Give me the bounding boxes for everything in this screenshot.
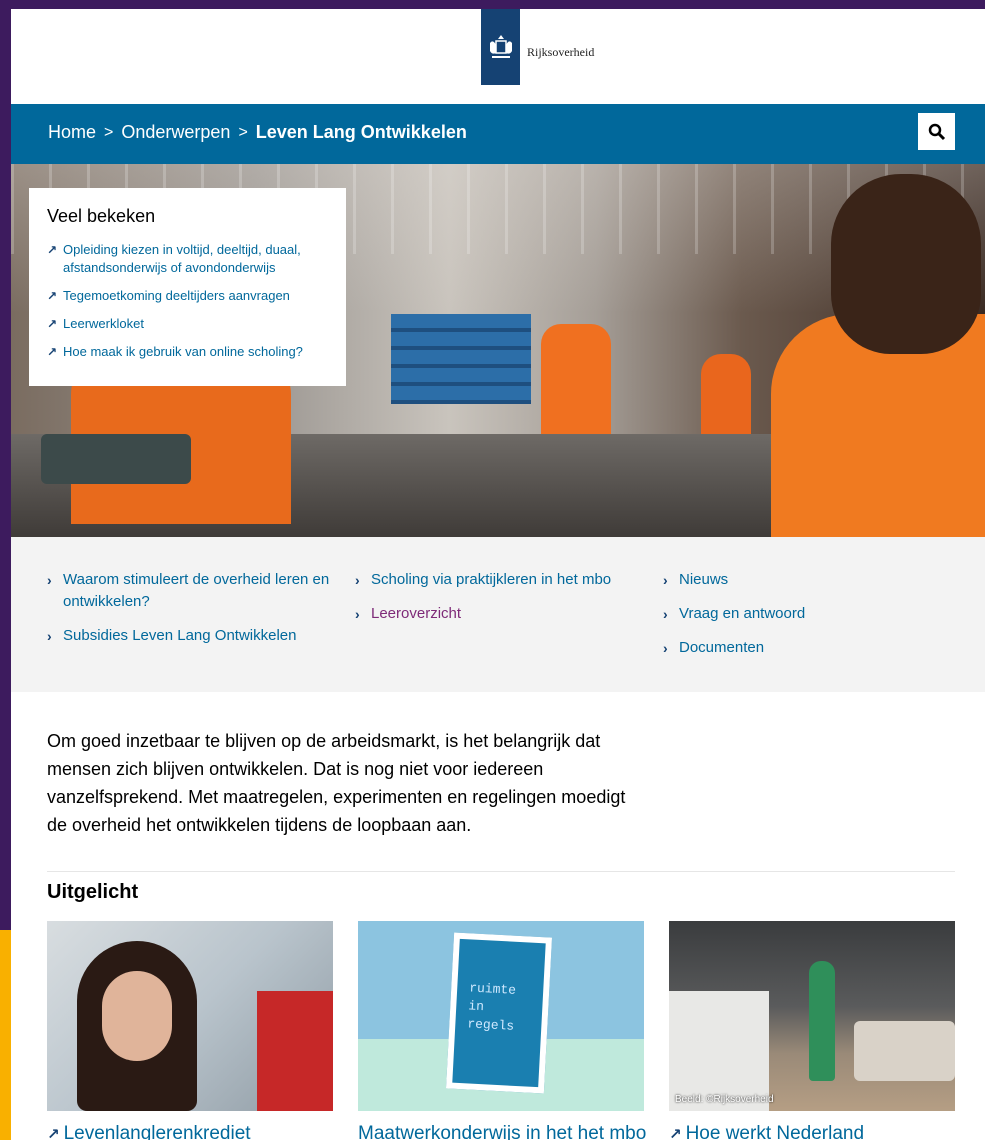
popular-item[interactable]: ↗ Leerwerkloket	[47, 315, 328, 333]
breadcrumb-current: Leven Lang Ontwikkelen	[255, 122, 467, 142]
card-image-face	[102, 971, 172, 1061]
card-title[interactable]: Maatwerkonderwijs in het het mbo	[358, 1123, 646, 1140]
page: Rijksoverheid Home > Onderwerpen > Leven…	[11, 9, 985, 1140]
featured-card[interactable]: Beeld: ©Rijksoverheid ↗ Hoe werkt Nederla…	[669, 921, 955, 1140]
external-arrow-icon: ↗	[47, 243, 58, 257]
popular-item-label: Hoe maak ik gebruik van online scholing?	[63, 344, 303, 359]
chevron-right-icon: ›	[663, 572, 668, 588]
crest-icon	[489, 35, 512, 58]
featured-card[interactable]: ruimte in regels Maatwerkonderwijs in he…	[358, 921, 646, 1140]
topic-link[interactable]: › Waarom stimuleert de overheid leren en …	[47, 569, 337, 613]
popular-item-label: Tegemoetkoming deeltijders aanvragen	[63, 288, 290, 303]
hero-banner: Veel bekeken ↗ Opleiding kiezen in voltij…	[11, 164, 985, 537]
card-image-wall	[669, 991, 769, 1111]
card-title-label: Hoe werkt Nederland	[685, 1123, 865, 1140]
chevron-right-icon: ›	[663, 606, 668, 622]
popular-box: Veel bekeken ↗ Opleiding kiezen in voltij…	[29, 188, 346, 386]
featured-card[interactable]: ↗ Levenlanglerenkrediet	[47, 921, 333, 1140]
chevron-right-icon: ›	[47, 628, 52, 644]
breadcrumb-separator: >	[238, 123, 248, 141]
popular-list: ↗ Opleiding kiezen in voltijd, deeltijd, …	[47, 241, 328, 361]
topic-link-label: Nieuws	[679, 571, 729, 588]
topic-link-label: Vraag en antwoord	[679, 605, 806, 622]
popular-title: Veel bekeken	[47, 206, 156, 226]
popular-item[interactable]: ↗ Hoe maak ik gebruik van online scholing…	[47, 343, 328, 361]
hero-vise	[41, 434, 191, 484]
left-border-yellow	[0, 930, 11, 1140]
external-arrow-icon: ↗	[669, 1126, 682, 1140]
topic-link[interactable]: › Scholing via praktijkleren in het mbo	[355, 569, 645, 591]
breadcrumb-separator: >	[104, 123, 114, 141]
topic-link-label: Waarom stimuleert de overheid leren en o…	[63, 571, 330, 610]
divider	[47, 871, 955, 872]
card-title-label: Levenlanglerenkrediet	[63, 1123, 251, 1140]
book-cover: ruimte in regels	[445, 932, 553, 1094]
logo-text: Rijksoverheid	[527, 45, 595, 59]
chevron-right-icon: ›	[663, 640, 668, 656]
logo-link[interactable]	[481, 9, 520, 85]
breadcrumb: Home > Onderwerpen > Leven Lang Ontwikke…	[48, 122, 467, 143]
popular-item[interactable]: ↗ Tegemoetkoming deeltijders aanvragen	[47, 287, 328, 305]
links-column: › Scholing via praktijkleren in het mbo ›…	[355, 569, 645, 637]
external-arrow-icon: ↗	[47, 1126, 60, 1140]
topic-link[interactable]: › Nieuws	[663, 569, 953, 591]
hero-cabinets	[391, 314, 531, 404]
topic-link-label: Leeroverzicht	[371, 605, 462, 622]
site-header: Rijksoverheid	[11, 9, 985, 104]
image-credit: Beeld: ©Rijksoverheid	[675, 1094, 774, 1105]
card-image: Beeld: ©Rijksoverheid	[669, 921, 955, 1111]
topic-link-label: Subsidies Leven Lang Ontwikkelen	[63, 627, 297, 644]
intro-text: Om goed inzetbaar te blijven op de arbei…	[47, 731, 626, 835]
chevron-right-icon: ›	[355, 606, 360, 622]
card-title[interactable]: ↗ Levenlanglerenkrediet	[47, 1123, 333, 1140]
hero-worker-head	[831, 174, 981, 354]
topic-link[interactable]: › Vraag en antwoord	[663, 603, 953, 625]
popular-item-label: Leerwerkloket	[63, 316, 144, 331]
card-title[interactable]: ↗ Hoe werkt Nederland	[669, 1123, 955, 1140]
popular-item-label: Opleiding kiezen in voltijd, deeltijd, d…	[63, 242, 301, 275]
breadcrumb-home[interactable]: Home	[48, 122, 96, 143]
topic-link[interactable]: › Documenten	[663, 637, 953, 659]
card-image-person	[809, 961, 835, 1081]
topic-link[interactable]: › Subsidies Leven Lang Ontwikkelen	[47, 625, 337, 647]
chevron-right-icon: ›	[47, 572, 52, 588]
card-image-shirt	[257, 991, 333, 1111]
top-border	[0, 0, 985, 9]
links-column: › Nieuws › Vraag en antwoord › Documenten	[663, 569, 953, 671]
topic-link-label: Scholing via praktijkleren in het mbo	[371, 571, 612, 588]
topic-links: › Waarom stimuleert de overheid leren en …	[11, 537, 985, 692]
popular-item[interactable]: ↗ Opleiding kiezen in voltijd, deeltijd, …	[47, 241, 328, 277]
topic-link[interactable]: › Leeroverzicht	[355, 603, 645, 625]
breadcrumb-bar: Home > Onderwerpen > Leven Lang Ontwikke…	[11, 104, 985, 164]
card-image	[47, 921, 333, 1111]
external-arrow-icon: ↗	[47, 317, 58, 331]
links-column: › Waarom stimuleert de overheid leren en …	[47, 569, 337, 659]
breadcrumb-topics[interactable]: Onderwerpen	[121, 122, 230, 143]
card-image-sofa	[854, 1021, 955, 1081]
search-icon	[928, 123, 945, 140]
external-arrow-icon: ↗	[47, 289, 58, 303]
featured-title: Uitgelicht	[47, 881, 139, 903]
external-arrow-icon: ↗	[47, 345, 58, 359]
search-button[interactable]	[918, 113, 955, 150]
card-image: ruimte in regels	[358, 921, 644, 1111]
topic-link-label: Documenten	[679, 639, 765, 656]
left-border-purple	[0, 0, 11, 930]
chevron-right-icon: ›	[355, 572, 360, 588]
